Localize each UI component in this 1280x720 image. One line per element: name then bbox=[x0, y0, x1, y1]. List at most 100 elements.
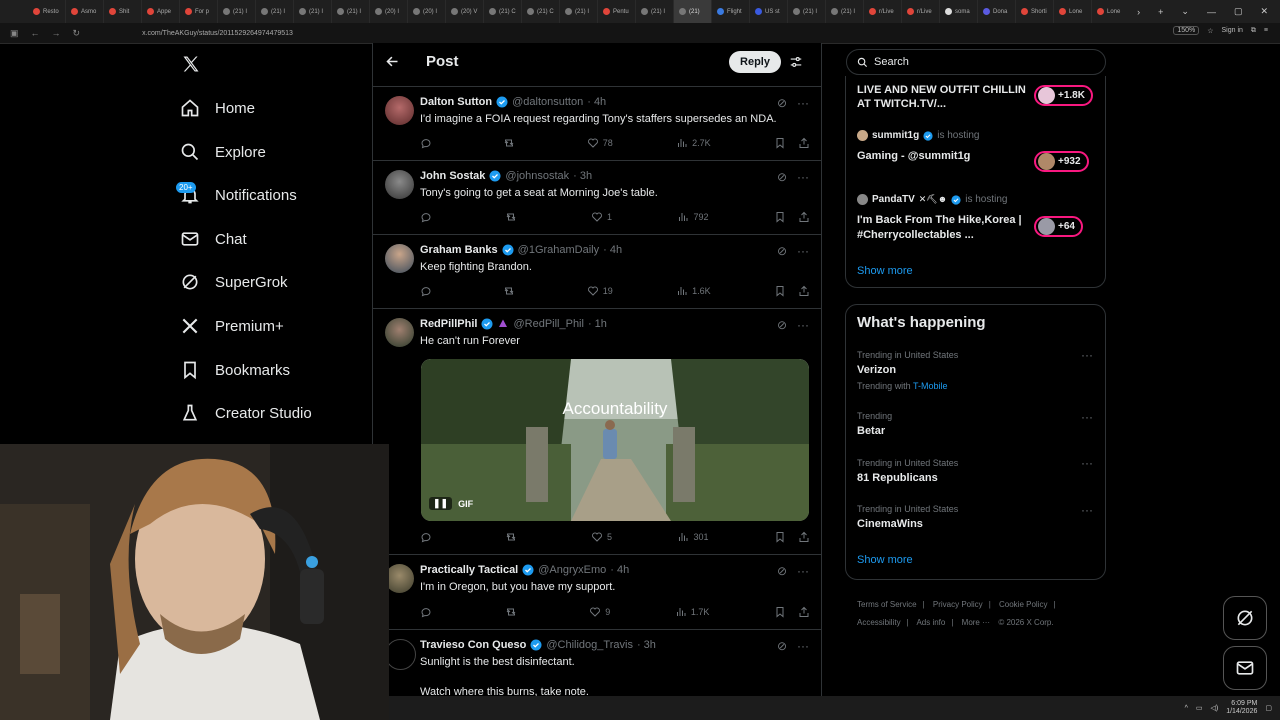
more-icon[interactable]: ··· bbox=[797, 170, 809, 184]
browser-tab[interactable]: Shorti bbox=[1016, 0, 1054, 23]
tweet-time[interactable]: · 4h bbox=[610, 564, 629, 576]
browser-tab[interactable]: Lone bbox=[1054, 0, 1092, 23]
like-action[interactable]: 5 bbox=[591, 531, 612, 543]
nav-home[interactable]: Home bbox=[180, 96, 255, 120]
retweet-action[interactable] bbox=[505, 606, 525, 618]
browser-tab[interactable]: Pentu bbox=[598, 0, 636, 23]
author-name[interactable]: Graham Banks bbox=[420, 244, 498, 256]
bookmark-icon[interactable] bbox=[774, 211, 786, 223]
bookmark-icon[interactable] bbox=[774, 137, 786, 149]
footer-link[interactable]: Ads info bbox=[916, 618, 945, 627]
browser-tab[interactable]: soma bbox=[940, 0, 978, 23]
network-icon[interactable]: ▭ bbox=[1196, 704, 1203, 712]
tweet-time[interactable]: · 1h bbox=[588, 318, 607, 330]
like-action[interactable]: 1 bbox=[591, 211, 612, 223]
reply-tweet[interactable]: Travieso Con Queso @Chilidog_Travis · 3h… bbox=[373, 629, 821, 698]
browser-tab[interactable]: (21) I bbox=[256, 0, 294, 23]
close-window-icon[interactable]: ✕ bbox=[1260, 6, 1268, 17]
pause-icon[interactable]: ❚❚ bbox=[429, 497, 453, 510]
author-handle[interactable]: @johnsostak bbox=[505, 170, 569, 182]
reply-tweet[interactable]: Practically Tactical @AngryxEmo · 4h ⊘ ··… bbox=[373, 554, 821, 630]
nav-chat[interactable]: Chat bbox=[180, 227, 247, 251]
grok-fab[interactable] bbox=[1223, 596, 1267, 640]
browser-tab[interactable]: (20) I bbox=[408, 0, 446, 23]
reply-tweet[interactable]: John Sostak @johnsostak · 3h ⊘ ··· Tony's… bbox=[373, 160, 821, 235]
live-item-title[interactable]: Gaming - @summit1g bbox=[857, 150, 970, 162]
browser-tab[interactable]: r/Live bbox=[902, 0, 940, 23]
url-field[interactable]: x.com/TheAKGuy/status/201152926497447951… bbox=[142, 30, 293, 37]
new-tab-icon[interactable]: + bbox=[1158, 7, 1163, 17]
trend-more-icon[interactable]: ··· bbox=[1081, 503, 1093, 517]
more-icon[interactable]: ··· bbox=[797, 318, 809, 332]
extensions-icon[interactable]: ⧉ bbox=[1251, 27, 1256, 35]
like-action[interactable]: 19 bbox=[587, 285, 613, 297]
browser-tab[interactable]: (21) I bbox=[788, 0, 826, 23]
reply-tweet[interactable]: Dalton Sutton @daltonsutton · 4h ⊘ ··· I'… bbox=[373, 86, 821, 161]
trend-name[interactable]: 81 Republicans bbox=[857, 472, 938, 484]
share-icon[interactable] bbox=[798, 211, 810, 223]
menu-icon[interactable]: ≡ bbox=[1264, 27, 1268, 34]
browser-tab[interactable]: (21) C bbox=[484, 0, 522, 23]
reply-action[interactable] bbox=[420, 211, 440, 223]
grok-explain-icon[interactable]: ⊘ bbox=[777, 639, 787, 653]
live-item-title[interactable]: LIVE AND NEW OUTFIT CHILLIN AT TWITCH.TV… bbox=[857, 83, 1027, 111]
trend-name[interactable]: Betar bbox=[857, 425, 885, 437]
trend-name[interactable]: Verizon bbox=[857, 364, 896, 376]
live-count-pill[interactable]: +64 bbox=[1034, 216, 1083, 237]
live-count-pill[interactable]: +1.8K bbox=[1034, 85, 1093, 106]
browser-tab[interactable]: Resto bbox=[28, 0, 66, 23]
author-handle[interactable]: @Chilidog_Travis bbox=[546, 639, 633, 651]
trend-with-link[interactable]: T-Mobile bbox=[913, 381, 948, 391]
tab-scroll-right-icon[interactable]: › bbox=[1137, 7, 1140, 17]
nav-bookmarks[interactable]: Bookmarks bbox=[180, 358, 290, 382]
views-action[interactable]: 1.6K bbox=[676, 285, 711, 297]
footer-link[interactable]: Accessibility bbox=[857, 618, 901, 627]
reply-action[interactable] bbox=[420, 606, 440, 618]
author-name[interactable]: Practically Tactical bbox=[420, 564, 518, 576]
views-action[interactable]: 2.7K bbox=[676, 137, 711, 149]
nav-supergrok[interactable]: SuperGrok bbox=[180, 270, 288, 294]
browser-tab[interactable]: (21) I bbox=[826, 0, 864, 23]
bookmark-icon[interactable] bbox=[774, 285, 786, 297]
avatar[interactable] bbox=[385, 564, 414, 593]
avatar[interactable] bbox=[385, 96, 414, 125]
browser-tab[interactable]: Flight bbox=[712, 0, 750, 23]
retweet-action[interactable] bbox=[503, 137, 523, 149]
author-handle[interactable]: @1GrahamDaily bbox=[518, 244, 599, 256]
footer-link[interactable]: More ··· bbox=[962, 618, 990, 627]
trend-more-icon[interactable]: ··· bbox=[1081, 410, 1093, 424]
messages-fab[interactable] bbox=[1223, 646, 1267, 690]
author-name[interactable]: RedPillPhil bbox=[420, 318, 477, 330]
tweet-time[interactable]: · 3h bbox=[637, 639, 656, 651]
views-action[interactable]: 792 bbox=[677, 211, 709, 223]
avatar[interactable] bbox=[385, 244, 414, 273]
host-name[interactable]: PandaTV bbox=[872, 194, 915, 205]
browser-tab[interactable]: Asmo bbox=[66, 0, 104, 23]
retweet-action[interactable] bbox=[505, 211, 525, 223]
share-icon[interactable] bbox=[798, 137, 810, 149]
bookmark-icon[interactable] bbox=[774, 606, 786, 618]
back-icon[interactable]: ← bbox=[31, 28, 40, 39]
browser-tab[interactable]: (21) I bbox=[218, 0, 256, 23]
browser-tab[interactable]: (21) I bbox=[332, 0, 370, 23]
browser-tab[interactable]: (21) I bbox=[294, 0, 332, 23]
avatar[interactable] bbox=[385, 639, 416, 670]
live-show-more-link[interactable]: Show more bbox=[857, 265, 913, 277]
filter-icon[interactable] bbox=[789, 55, 803, 69]
reply-action[interactable] bbox=[420, 531, 440, 543]
nav-notifications[interactable]: Notifications bbox=[180, 183, 297, 207]
views-action[interactable]: 301 bbox=[677, 531, 709, 543]
grok-explain-icon[interactable]: ⊘ bbox=[777, 564, 787, 578]
avatar[interactable] bbox=[385, 318, 414, 347]
tweet-time[interactable]: · 4h bbox=[603, 244, 622, 256]
author-handle[interactable]: @RedPill_Phil bbox=[513, 318, 583, 330]
browser-tab[interactable]: r/Live bbox=[864, 0, 902, 23]
nav-premium[interactable]: Premium+ bbox=[180, 314, 284, 338]
back-arrow-icon[interactable] bbox=[385, 54, 400, 69]
grok-explain-icon[interactable]: ⊘ bbox=[777, 170, 787, 184]
maximize-icon[interactable]: ▢ bbox=[1234, 6, 1243, 17]
browser-tab[interactable]: For p bbox=[180, 0, 218, 23]
browser-tab[interactable]: (20) V bbox=[446, 0, 484, 23]
browser-tab[interactable]: (21) bbox=[674, 0, 712, 23]
live-item-title[interactable]: I'm Back From The Hike,Korea | bbox=[857, 214, 1022, 226]
